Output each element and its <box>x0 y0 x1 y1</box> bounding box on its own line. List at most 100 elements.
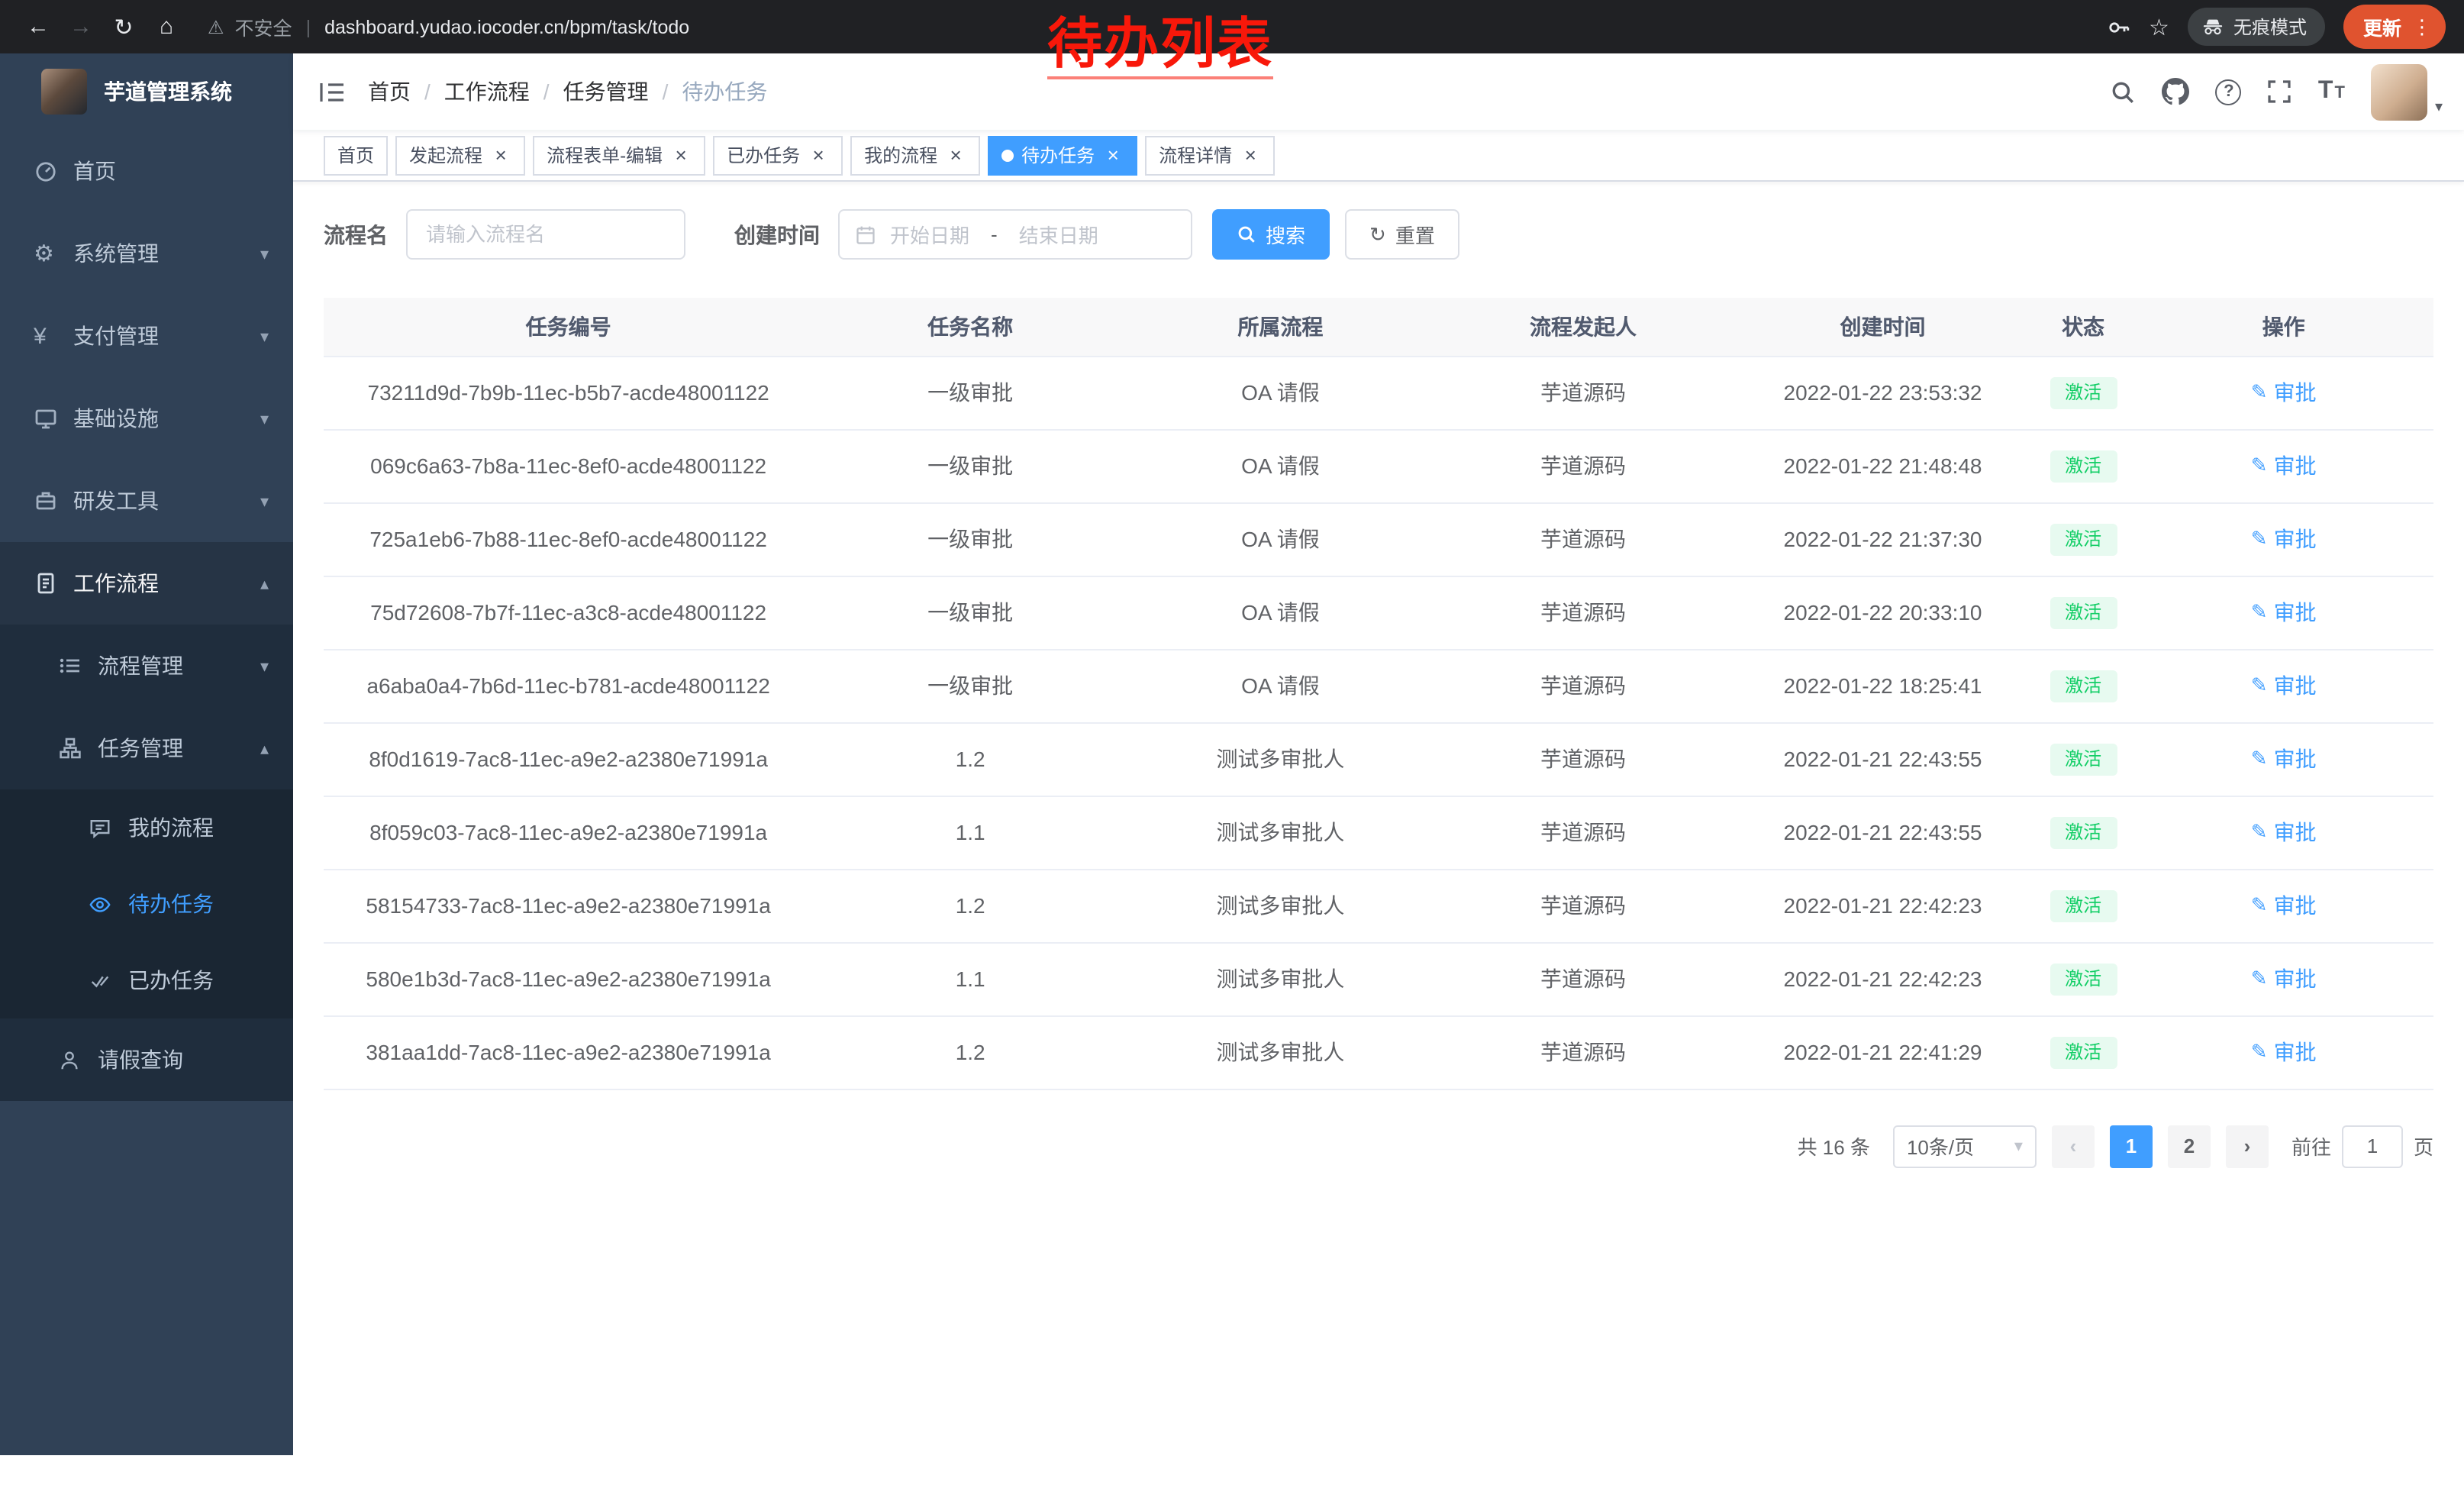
column-header-process: 所属流程 <box>1127 298 1434 356</box>
chevron-down-icon: ▾ <box>260 491 269 511</box>
breadcrumb-home[interactable]: 首页 <box>368 76 411 107</box>
help-icon[interactable]: ? <box>2216 79 2242 105</box>
collapse-sidebar-icon[interactable] <box>319 80 345 103</box>
approve-link-label: 审批 <box>2274 1037 2317 1067</box>
close-icon[interactable]: × <box>1102 144 1124 166</box>
sidebar-item-done-tasks[interactable]: 已办任务 <box>0 942 293 1018</box>
sidebar-item-leave-query[interactable]: 请假查询 <box>0 1018 293 1101</box>
sidebar-item-payment[interactable]: ¥ 支付管理 ▾ <box>0 295 293 377</box>
task-id-cell: 58154733-7ac8-11ec-a9e2-a2380e71991a <box>324 869 813 942</box>
browser-menu-icon[interactable]: ⋮ <box>2412 15 2432 39</box>
close-icon[interactable]: × <box>945 144 966 166</box>
status-badge: 激活 <box>2050 816 2117 848</box>
browser-back-icon[interactable]: ← <box>18 7 58 47</box>
goto-page-input[interactable] <box>2342 1125 2403 1167</box>
bookmark-star-icon[interactable]: ☆ <box>2149 13 2169 40</box>
reset-button[interactable]: ↻ 重置 <box>1345 209 1459 260</box>
approve-link[interactable]: ✎审批 <box>2251 597 2317 628</box>
table-row: 58154733-7ac8-11ec-a9e2-a2380e71991a 1.2… <box>324 869 2433 942</box>
tab-done-tasks[interactable]: 已办任务 × <box>713 135 843 175</box>
table-row: 069c6a63-7b8a-11ec-8ef0-acde48001122 一级审… <box>324 429 2433 502</box>
user-menu[interactable]: ▾ <box>2371 63 2443 120</box>
starter-cell: 芋道源码 <box>1434 1015 1733 1089</box>
approve-link-label: 审批 <box>2274 890 2317 921</box>
approve-link[interactable]: ✎审批 <box>2251 670 2317 701</box>
sidebar-item-label: 首页 <box>73 156 116 186</box>
page-button-2[interactable]: 2 <box>2168 1125 2211 1167</box>
page-button-1[interactable]: 1 <box>2110 1125 2153 1167</box>
github-icon[interactable] <box>2162 78 2190 105</box>
edit-icon: ✎ <box>2251 600 2268 625</box>
approve-link-label: 审批 <box>2274 450 2317 481</box>
goto-label: 前往 <box>2291 1131 2331 1160</box>
browser-home-icon[interactable]: ⌂ <box>147 7 186 47</box>
sidebar-item-my-processes[interactable]: 我的流程 <box>0 789 293 866</box>
tab-my-processes[interactable]: 我的流程 × <box>850 135 980 175</box>
page-size-select[interactable]: 10条/页 ▾ <box>1893 1125 2037 1167</box>
task-id-cell: a6aba0a4-7b6d-11ec-b781-acde48001122 <box>324 649 813 722</box>
actions-cell: ✎审批 <box>2133 722 2433 796</box>
approve-link[interactable]: ✎审批 <box>2251 1037 2317 1067</box>
sidebar-item-devtools[interactable]: 研发工具 ▾ <box>0 460 293 542</box>
range-separator: - <box>991 223 998 246</box>
fullscreen-icon[interactable] <box>2268 79 2292 104</box>
sidebar-item-label: 研发工具 <box>73 486 159 516</box>
browser-update-button[interactable]: 更新 ⋮ <box>2343 5 2446 49</box>
close-icon[interactable]: × <box>490 144 511 166</box>
breadcrumb-workflow[interactable]: 工作流程 <box>444 76 530 107</box>
tab-label: 已办任务 <box>727 142 800 168</box>
search-button[interactable]: 搜索 <box>1212 209 1330 260</box>
starter-cell: 芋道源码 <box>1434 502 1733 576</box>
tab-todo-tasks[interactable]: 待办任务 × <box>988 135 1137 175</box>
approve-link[interactable]: ✎审批 <box>2251 524 2317 554</box>
approve-link-label: 审批 <box>2274 597 2317 628</box>
caret-down-icon: ▾ <box>2014 1136 2023 1156</box>
process-name-input[interactable] <box>406 209 685 260</box>
approve-link[interactable]: ✎审批 <box>2251 450 2317 481</box>
starter-cell: 芋道源码 <box>1434 576 1733 649</box>
browser-reload-icon[interactable]: ↻ <box>104 7 144 47</box>
sidebar-item-home[interactable]: 首页 <box>0 130 293 212</box>
sidebar-item-label: 待办任务 <box>128 889 214 919</box>
tab-home[interactable]: 首页 <box>324 135 388 175</box>
process-cell: OA 请假 <box>1127 576 1434 649</box>
page-content: 流程名 创建时间 开始日期 - 结束日期 <box>293 182 2464 1455</box>
yen-icon: ¥ <box>34 323 70 349</box>
approve-link[interactable]: ✎审批 <box>2251 377 2317 408</box>
sidebar-item-workflow[interactable]: 工作流程 ▴ <box>0 542 293 625</box>
tab-process-detail[interactable]: 流程详情 × <box>1145 135 1275 175</box>
sidebar-item-system[interactable]: ⚙ 系统管理 ▾ <box>0 212 293 295</box>
tab-form-edit[interactable]: 流程表单-编辑 × <box>533 135 705 175</box>
app-logo[interactable]: 芋道管理系统 <box>0 53 293 130</box>
sidebar-item-task-management[interactable]: 任务管理 ▴ <box>0 707 293 789</box>
approve-link[interactable]: ✎审批 <box>2251 890 2317 921</box>
status-badge: 激活 <box>2050 450 2117 482</box>
sidebar-item-todo-tasks[interactable]: 待办任务 <box>0 866 293 942</box>
create-time-range-picker[interactable]: 开始日期 - 结束日期 <box>838 209 1192 260</box>
org-chart-icon <box>58 736 95 760</box>
browser-forward-icon[interactable]: → <box>61 7 101 47</box>
sidebar-item-infrastructure[interactable]: 基础设施 ▾ <box>0 377 293 460</box>
approve-link[interactable]: ✎审批 <box>2251 964 2317 994</box>
close-icon[interactable]: × <box>1240 144 1261 166</box>
breadcrumb-task-management[interactable]: 任务管理 <box>563 76 649 107</box>
column-header-status: 状态 <box>2033 298 2134 356</box>
tab-label: 待办任务 <box>1021 142 1095 168</box>
sidebar-item-process-management[interactable]: 流程管理 ▾ <box>0 625 293 707</box>
edit-icon: ✎ <box>2251 673 2268 698</box>
status-badge: 激活 <box>2050 963 2117 995</box>
approve-link[interactable]: ✎审批 <box>2251 744 2317 774</box>
close-icon[interactable]: × <box>670 144 692 166</box>
password-key-icon[interactable] <box>2106 15 2130 39</box>
table-row: 580e1b3d-7ac8-11ec-a9e2-a2380e71991a 1.1… <box>324 942 2433 1015</box>
close-icon[interactable]: × <box>808 144 829 166</box>
next-page-button[interactable]: › <box>2226 1125 2269 1167</box>
font-size-icon[interactable]: TT <box>2318 78 2345 105</box>
prev-page-button[interactable]: ‹ <box>2052 1125 2095 1167</box>
create-time-cell: 2022-01-22 20:33:10 <box>1733 576 2032 649</box>
approve-link[interactable]: ✎审批 <box>2251 817 2317 847</box>
tab-start-process[interactable]: 发起流程 × <box>395 135 525 175</box>
column-header-create-time: 创建时间 <box>1733 298 2032 356</box>
search-icon[interactable] <box>2111 79 2137 105</box>
sidebar-item-label: 我的流程 <box>128 812 214 843</box>
